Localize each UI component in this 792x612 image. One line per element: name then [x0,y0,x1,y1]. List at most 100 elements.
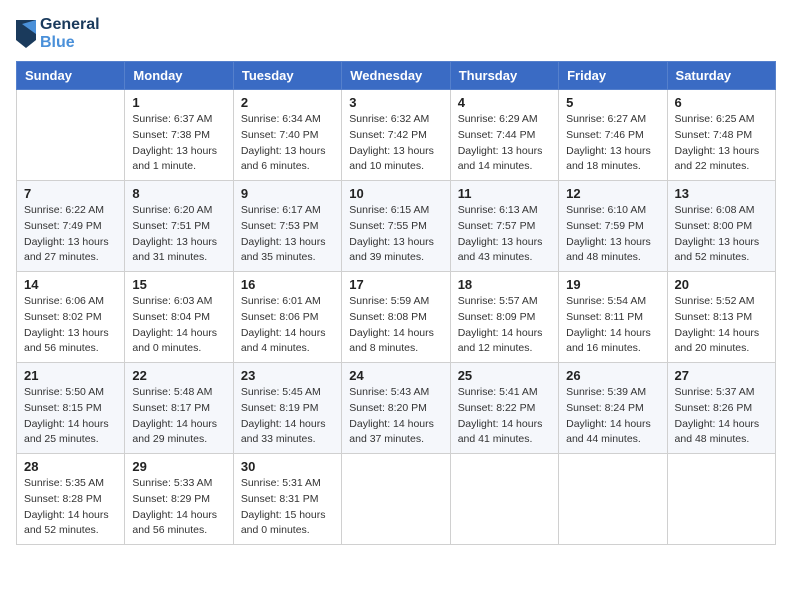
day-number: 17 [349,277,442,292]
logo-general: General [40,16,100,34]
calendar-cell [450,454,558,545]
day-number: 11 [458,186,551,201]
day-info: Sunrise: 6:10 AM Sunset: 7:59 PM Dayligh… [566,203,659,266]
calendar-cell: 17 Sunrise: 5:59 AM Sunset: 8:08 PM Dayli… [342,272,450,363]
logo-graphic [16,20,36,48]
calendar-cell: 11 Sunrise: 6:13 AM Sunset: 7:57 PM Dayli… [450,181,558,272]
day-number: 30 [241,459,334,474]
calendar-cell: 29Sunrise: 5:33 AM Sunset: 8:29 PM Dayli… [125,454,233,545]
calendar-cell: 20 Sunrise: 5:52 AM Sunset: 8:13 PM Dayli… [667,272,775,363]
weekday-header-saturday: Saturday [667,62,775,90]
day-number: 23 [241,368,334,383]
day-info: Sunrise: 5:41 AM Sunset: 8:22 PM Dayligh… [458,385,551,448]
calendar-week-row: 7 Sunrise: 6:22 AM Sunset: 7:49 PM Daylig… [17,181,776,272]
day-info: Sunrise: 6:22 AM Sunset: 7:49 PM Dayligh… [24,203,117,266]
day-number: 26 [566,368,659,383]
logo: General Blue [16,16,100,51]
day-number: 18 [458,277,551,292]
calendar-cell: 26 Sunrise: 5:39 AM Sunset: 8:24 PM Dayli… [559,363,667,454]
calendar-cell: 1Sunrise: 6:37 AM Sunset: 7:38 PM Daylig… [125,90,233,181]
day-info: Sunrise: 5:35 AM Sunset: 8:28 PM Dayligh… [24,476,117,539]
day-number: 12 [566,186,659,201]
day-number: 28 [24,459,117,474]
day-info: Sunrise: 5:37 AM Sunset: 8:26 PM Dayligh… [675,385,768,448]
calendar-cell [17,90,125,181]
weekday-header-thursday: Thursday [450,62,558,90]
calendar-cell: 10 Sunrise: 6:15 AM Sunset: 7:55 PM Dayli… [342,181,450,272]
day-info: Sunrise: 5:33 AM Sunset: 8:29 PM Dayligh… [132,476,225,539]
day-number: 20 [675,277,768,292]
day-info: Sunrise: 5:50 AM Sunset: 8:15 PM Dayligh… [24,385,117,448]
day-info: Sunrise: 6:27 AM Sunset: 7:46 PM Dayligh… [566,112,659,175]
calendar-cell: 8Sunrise: 6:20 AM Sunset: 7:51 PM Daylig… [125,181,233,272]
calendar-week-row: 14Sunrise: 6:06 AM Sunset: 8:02 PM Dayli… [17,272,776,363]
calendar-cell: 3Sunrise: 6:32 AM Sunset: 7:42 PM Daylig… [342,90,450,181]
calendar-cell: 25 Sunrise: 5:41 AM Sunset: 8:22 PM Dayli… [450,363,558,454]
page-header: General Blue [16,16,776,51]
calendar-cell: 27 Sunrise: 5:37 AM Sunset: 8:26 PM Dayli… [667,363,775,454]
day-number: 9 [241,186,334,201]
calendar-cell: 4Sunrise: 6:29 AM Sunset: 7:44 PM Daylig… [450,90,558,181]
day-info: Sunrise: 5:54 AM Sunset: 8:11 PM Dayligh… [566,294,659,357]
day-info: Sunrise: 5:59 AM Sunset: 8:08 PM Dayligh… [349,294,442,357]
day-number: 5 [566,95,659,110]
calendar-cell: 16 Sunrise: 6:01 AM Sunset: 8:06 PM Dayli… [233,272,341,363]
day-number: 25 [458,368,551,383]
weekday-header-sunday: Sunday [17,62,125,90]
weekday-header-wednesday: Wednesday [342,62,450,90]
day-info: Sunrise: 5:31 AM Sunset: 8:31 PM Dayligh… [241,476,334,539]
day-info: Sunrise: 6:03 AM Sunset: 8:04 PM Dayligh… [132,294,225,357]
day-info: Sunrise: 6:13 AM Sunset: 7:57 PM Dayligh… [458,203,551,266]
day-info: Sunrise: 6:17 AM Sunset: 7:53 PM Dayligh… [241,203,334,266]
day-info: Sunrise: 6:32 AM Sunset: 7:42 PM Dayligh… [349,112,442,175]
calendar-cell: 9 Sunrise: 6:17 AM Sunset: 7:53 PM Daylig… [233,181,341,272]
calendar-cell: 22Sunrise: 5:48 AM Sunset: 8:17 PM Dayli… [125,363,233,454]
calendar-cell: 6 Sunrise: 6:25 AM Sunset: 7:48 PM Daylig… [667,90,775,181]
calendar-cell: 7 Sunrise: 6:22 AM Sunset: 7:49 PM Daylig… [17,181,125,272]
day-number: 24 [349,368,442,383]
calendar-cell: 24 Sunrise: 5:43 AM Sunset: 8:20 PM Dayli… [342,363,450,454]
calendar-table: SundayMondayTuesdayWednesdayThursdayFrid… [16,61,776,545]
day-number: 27 [675,368,768,383]
day-number: 21 [24,368,117,383]
logo-container: General Blue [16,16,100,51]
day-info: Sunrise: 6:15 AM Sunset: 7:55 PM Dayligh… [349,203,442,266]
day-info: Sunrise: 6:01 AM Sunset: 8:06 PM Dayligh… [241,294,334,357]
day-number: 10 [349,186,442,201]
calendar-cell [559,454,667,545]
weekday-header-tuesday: Tuesday [233,62,341,90]
day-info: Sunrise: 6:08 AM Sunset: 8:00 PM Dayligh… [675,203,768,266]
calendar-cell: 28 Sunrise: 5:35 AM Sunset: 8:28 PM Dayli… [17,454,125,545]
day-number: 2 [241,95,334,110]
day-number: 16 [241,277,334,292]
calendar-cell: 15Sunrise: 6:03 AM Sunset: 8:04 PM Dayli… [125,272,233,363]
day-number: 7 [24,186,117,201]
day-info: Sunrise: 6:34 AM Sunset: 7:40 PM Dayligh… [241,112,334,175]
day-info: Sunrise: 5:52 AM Sunset: 8:13 PM Dayligh… [675,294,768,357]
calendar-week-row: 28 Sunrise: 5:35 AM Sunset: 8:28 PM Dayli… [17,454,776,545]
calendar-cell [667,454,775,545]
weekday-header-monday: Monday [125,62,233,90]
day-number: 19 [566,277,659,292]
day-number: 6 [675,95,768,110]
calendar-cell [342,454,450,545]
calendar-cell: 12 Sunrise: 6:10 AM Sunset: 7:59 PM Dayli… [559,181,667,272]
calendar-cell: 21 Sunrise: 5:50 AM Sunset: 8:15 PM Dayli… [17,363,125,454]
calendar-header-row: SundayMondayTuesdayWednesdayThursdayFrid… [17,62,776,90]
calendar-week-row: 1Sunrise: 6:37 AM Sunset: 7:38 PM Daylig… [17,90,776,181]
day-info: Sunrise: 6:25 AM Sunset: 7:48 PM Dayligh… [675,112,768,175]
day-number: 13 [675,186,768,201]
day-number: 8 [132,186,225,201]
calendar-cell: 13 Sunrise: 6:08 AM Sunset: 8:00 PM Dayli… [667,181,775,272]
weekday-header-friday: Friday [559,62,667,90]
day-info: Sunrise: 5:43 AM Sunset: 8:20 PM Dayligh… [349,385,442,448]
day-number: 1 [132,95,225,110]
day-info: Sunrise: 5:45 AM Sunset: 8:19 PM Dayligh… [241,385,334,448]
calendar-cell: 19 Sunrise: 5:54 AM Sunset: 8:11 PM Dayli… [559,272,667,363]
calendar-cell: 2 Sunrise: 6:34 AM Sunset: 7:40 PM Daylig… [233,90,341,181]
day-number: 4 [458,95,551,110]
day-info: Sunrise: 5:39 AM Sunset: 8:24 PM Dayligh… [566,385,659,448]
calendar-cell: 18Sunrise: 5:57 AM Sunset: 8:09 PM Dayli… [450,272,558,363]
day-number: 22 [132,368,225,383]
calendar-cell: 23 Sunrise: 5:45 AM Sunset: 8:19 PM Dayli… [233,363,341,454]
